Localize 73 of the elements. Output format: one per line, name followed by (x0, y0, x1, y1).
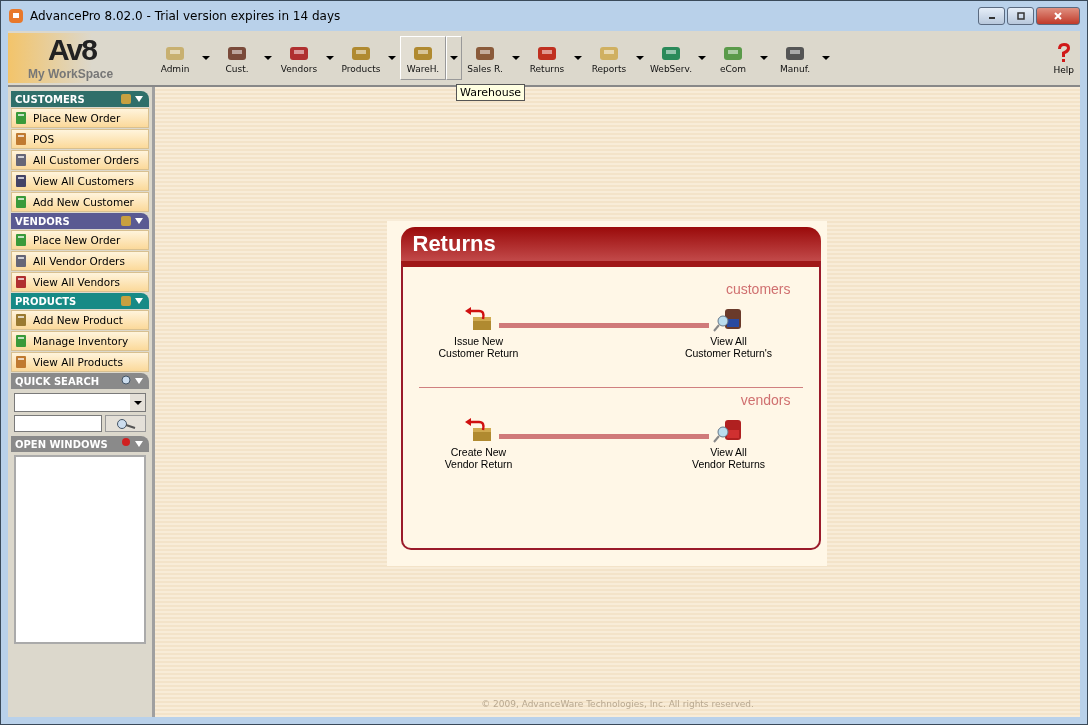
magnifier-icon (119, 374, 145, 388)
action-link[interactable]: Create New Vendor Return (444, 445, 513, 470)
action-link[interactable]: View All Customer Return's (684, 334, 773, 359)
caret-icon (202, 56, 210, 60)
panel-title: Returns (400, 226, 821, 261)
sidebar-item[interactable]: Add New Customer (11, 192, 149, 212)
toolbar-button[interactable]: Sales R. (462, 36, 508, 80)
sidebar-item[interactable]: All Vendor Orders (11, 251, 149, 271)
document-icon (14, 275, 28, 289)
caret-icon (388, 56, 396, 60)
toolbar-button[interactable]: Vendors (276, 36, 322, 80)
caret-icon (822, 56, 830, 60)
document-icon (14, 153, 28, 167)
search-icon (115, 417, 136, 430)
document-icon (14, 174, 28, 188)
toolbar-button[interactable]: Manuf. (772, 36, 818, 80)
app-icon (8, 8, 24, 24)
group-heading: customers (724, 280, 791, 297)
header-icon (119, 92, 145, 106)
search-type-dropdown[interactable] (14, 393, 146, 412)
sidebar-item[interactable]: POS (11, 129, 149, 149)
window-title: AdvancePro 8.02.0 - Trial version expires in 14 days (30, 9, 341, 23)
toolbar-button[interactable]: Returns (524, 36, 570, 80)
caret-icon (450, 56, 458, 60)
document-icon (14, 334, 28, 348)
help-button[interactable]: Help (1053, 41, 1074, 75)
caret-icon (512, 56, 520, 60)
caret-icon (133, 400, 142, 405)
search-button[interactable] (105, 415, 146, 432)
sidebar-item[interactable]: Manage Inventory (11, 331, 149, 351)
maximize-button[interactable] (1007, 7, 1034, 25)
tooltip: Warehouse (456, 84, 526, 101)
toolbar-button[interactable]: Cust. (214, 36, 260, 80)
toolbar-button[interactable]: WebServ. (648, 36, 694, 80)
action-link[interactable]: View All Vendor Returns (692, 445, 765, 470)
minimize-button[interactable] (978, 7, 1005, 25)
copyright-text: © 2009, AdvanceWare Technologies, Inc. All rights reserved. (480, 699, 755, 711)
header-icon (119, 294, 145, 308)
group-heading: vendors (739, 391, 791, 408)
sidebar-item[interactable]: View All Products (11, 352, 149, 372)
caret-icon (264, 56, 272, 60)
document-icon (14, 313, 28, 327)
toolbar-button[interactable]: WareH. (400, 36, 446, 80)
document-icon (14, 355, 28, 369)
sidebar-item[interactable]: View All Customers (11, 171, 149, 191)
header-icon (119, 214, 145, 228)
caret-icon (636, 56, 644, 60)
sidebar-item[interactable]: Place New Order (11, 230, 149, 250)
section-header[interactable]: VENDORS (11, 213, 149, 229)
close-icon (1053, 11, 1063, 21)
action-link[interactable]: Issue New Customer Return (438, 334, 519, 359)
document-icon (14, 195, 28, 209)
document-icon (14, 111, 28, 125)
close-button[interactable] (1036, 7, 1080, 25)
sidebar-item[interactable]: Place New Order (11, 108, 149, 128)
toolbar-button[interactable]: Reports (586, 36, 632, 80)
section-header[interactable]: CUSTOMERS (11, 91, 149, 107)
caret-icon (760, 56, 768, 60)
sidebar-item[interactable]: View All Vendors (11, 272, 149, 292)
document-icon (14, 254, 28, 268)
toolbar-button[interactable]: eCom (710, 36, 756, 80)
toolbar-button[interactable]: Products (338, 36, 384, 80)
search-field[interactable] (14, 415, 102, 432)
caret-icon (574, 56, 582, 60)
section-header[interactable]: PRODUCTS (11, 293, 149, 309)
document-icon (14, 132, 28, 146)
sidebar-item[interactable]: Add New Product (11, 310, 149, 330)
sidebar-item[interactable]: All Customer Orders (11, 150, 149, 170)
caret-icon (326, 56, 334, 60)
document-icon (14, 233, 28, 247)
caret-icon (698, 56, 706, 60)
toolbar-button[interactable]: Admin (152, 36, 198, 80)
maximize-icon (1015, 11, 1026, 21)
